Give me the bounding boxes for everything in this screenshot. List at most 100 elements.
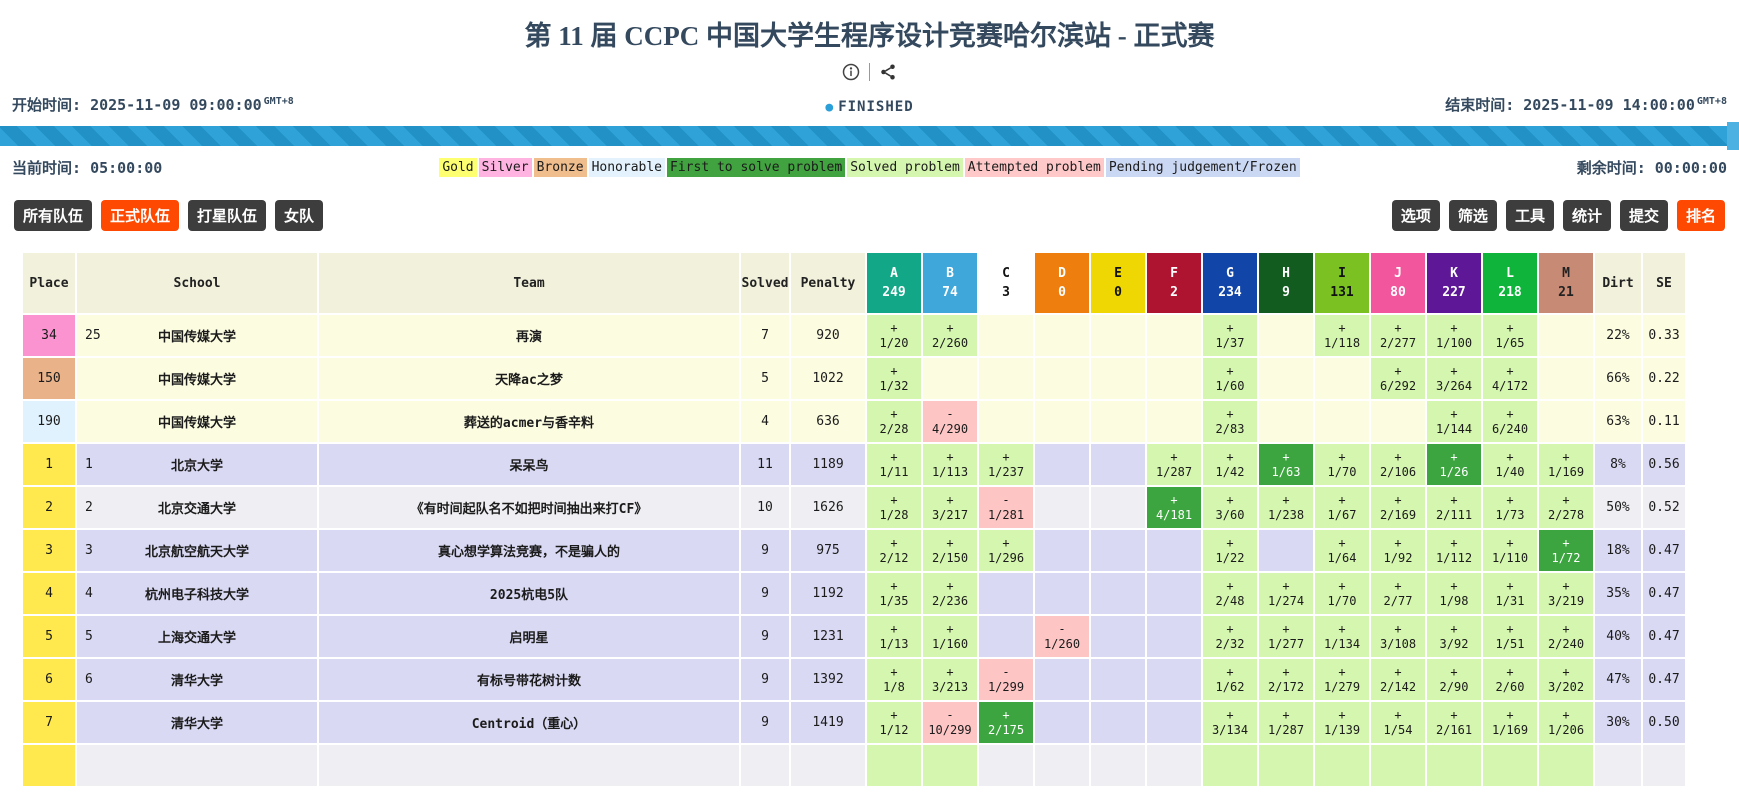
- table-row[interactable]: 33北京航空航天大学真心想学算法竞赛，不是骗人的9975+2/12+2/150+…: [23, 530, 1685, 571]
- filter-button[interactable]: 打星队伍: [188, 200, 266, 231]
- table-row[interactable]: 11北京大学呆呆鸟111189+1/11+1/113+1/237+1/287+1…: [23, 444, 1685, 485]
- verdict-sign: +: [1203, 450, 1257, 465]
- problem-cell-J: +2/142: [1371, 659, 1425, 700]
- info-icon[interactable]: [842, 63, 860, 81]
- solved-cell: 5: [741, 358, 789, 399]
- school-cell: [77, 745, 317, 786]
- table-row[interactable]: 22北京交通大学《有时间起队名不如把时间抽出来打CF》101626+1/28+3…: [23, 487, 1685, 528]
- problem-cell-H: +1/63: [1259, 444, 1313, 485]
- problem-letter: H: [1259, 264, 1313, 283]
- tries-time: 1/13: [867, 637, 921, 652]
- problem-cell-J: +1/92: [1371, 530, 1425, 571]
- problem-solve-count: 234: [1203, 283, 1257, 302]
- tries-time: [923, 766, 977, 781]
- dirt-cell: 22%: [1595, 315, 1641, 356]
- verdict-sign: +: [1427, 536, 1481, 551]
- problem-cell-C: [979, 315, 1033, 356]
- problem-cell-B: [923, 358, 977, 399]
- se-cell: 0.33: [1643, 315, 1685, 356]
- official-rank: 1: [77, 457, 123, 472]
- problem-cell-I: +1/70: [1315, 573, 1369, 614]
- verdict-sign: +: [1315, 622, 1369, 637]
- dirt-cell: 35%: [1595, 573, 1641, 614]
- tries-time: 1/112: [1427, 551, 1481, 566]
- team-name-cell: 2025杭电5队: [319, 573, 739, 614]
- se-cell: 0.47: [1643, 659, 1685, 700]
- tries-time: 1/72: [1539, 551, 1593, 566]
- problem-cell-D: [1035, 702, 1089, 743]
- verdict-sign: +: [1147, 450, 1201, 465]
- verdict-sign: +: [1203, 579, 1257, 594]
- verdict-sign: +: [1315, 579, 1369, 594]
- problem-cell-C: +2/175: [979, 702, 1033, 743]
- dirt-cell: 47%: [1595, 659, 1641, 700]
- filter-button[interactable]: 所有队伍: [14, 200, 92, 231]
- table-row[interactable]: 7清华大学Centroid（重心）91419+1/12-10/299+2/175…: [23, 702, 1685, 743]
- problem-cell-H: [1259, 315, 1313, 356]
- action-button[interactable]: 统计: [1563, 200, 1611, 231]
- progress-drag-handle[interactable]: [1727, 122, 1739, 150]
- table-row[interactable]: 190中国传媒大学葬送的acmer与香辛料4636+2/28-4/290+2/8…: [23, 401, 1685, 442]
- action-button[interactable]: 工具: [1506, 200, 1554, 231]
- problem-header-C: C3: [979, 253, 1033, 313]
- verdict-sign: [1483, 751, 1537, 766]
- problem-cell-I: [1315, 745, 1369, 786]
- problem-cell-C: [979, 616, 1033, 657]
- problem-cell-M: +3/202: [1539, 659, 1593, 700]
- problem-cell-J: +3/108: [1371, 616, 1425, 657]
- problem-cell-D: [1035, 358, 1089, 399]
- action-button[interactable]: 选项: [1392, 200, 1440, 231]
- verdict-sign: [867, 751, 921, 766]
- action-button[interactable]: 筛选: [1449, 200, 1497, 231]
- share-icon[interactable]: [879, 63, 897, 81]
- tries-time: 1/60: [1203, 379, 1257, 394]
- tries-time: 6/292: [1371, 379, 1425, 394]
- start-timezone: GMT+8: [264, 96, 294, 107]
- problem-solve-count: 21: [1539, 283, 1593, 302]
- school-name: 北京航空航天大学: [123, 541, 271, 560]
- table-row[interactable]: 3425中国传媒大学再演7920+1/20+2/260+1/37+1/118+2…: [23, 315, 1685, 356]
- table-row[interactable]: 44杭州电子科技大学2025杭电5队91192+1/35+2/236+2/48+…: [23, 573, 1685, 614]
- filter-button[interactable]: 正式队伍: [101, 200, 179, 231]
- problem-cell-F: [1147, 401, 1201, 442]
- column-header-place: Place: [23, 253, 75, 313]
- problem-cell-M: [1539, 745, 1593, 786]
- problem-cell-G: +2/48: [1203, 573, 1257, 614]
- verdict-sign: +: [867, 321, 921, 336]
- contest-status: ●FINISHED: [825, 99, 913, 115]
- action-button-group: 选项筛选工具统计提交排名: [1392, 200, 1725, 231]
- problem-header-G: G234: [1203, 253, 1257, 313]
- dirt-cell: 63%: [1595, 401, 1641, 442]
- team-name-cell: 《有时间起队名不如把时间抽出来打CF》: [319, 487, 739, 528]
- tries-time: 4/290: [923, 422, 977, 437]
- status-dot-icon: ●: [825, 100, 834, 115]
- legend-item: Solved problem: [847, 158, 963, 177]
- legend-item: Gold: [439, 158, 476, 177]
- place-cell: 150: [23, 358, 75, 399]
- problem-cell-F: [1147, 530, 1201, 571]
- filter-button[interactable]: 女队: [275, 200, 323, 231]
- tries-time: [867, 766, 921, 781]
- tries-time: 1/281: [979, 508, 1033, 523]
- action-button[interactable]: 提交: [1620, 200, 1668, 231]
- table-row[interactable]: 55上海交通大学启明星91231+1/13+1/160-1/260+2/32+1…: [23, 616, 1685, 657]
- place-cell: 34: [23, 315, 75, 356]
- problem-cell-H: +2/172: [1259, 659, 1313, 700]
- place-cell: 190: [23, 401, 75, 442]
- table-row[interactable]: 66清华大学有标号带花树计数91392+1/8+3/213-1/299+1/62…: [23, 659, 1685, 700]
- official-rank: 4: [77, 586, 123, 601]
- verdict-sign: +: [1315, 708, 1369, 723]
- problem-cell-K: +2/90: [1427, 659, 1481, 700]
- tries-time: [1483, 766, 1537, 781]
- action-button[interactable]: 排名: [1677, 200, 1725, 231]
- table-row[interactable]: [23, 745, 1685, 786]
- school-name: 中国传媒大学: [123, 412, 271, 431]
- problem-cell-E: [1091, 702, 1145, 743]
- team-name-cell: 有标号带花树计数: [319, 659, 739, 700]
- verdict-sign: +: [1315, 321, 1369, 336]
- table-row[interactable]: 150中国传媒大学天降ac之梦51022+1/32+1/60+6/292+3/2…: [23, 358, 1685, 399]
- place-cell: 3: [23, 530, 75, 571]
- problem-solve-count: 3: [979, 283, 1033, 302]
- tries-time: 1/64: [1315, 551, 1369, 566]
- problem-cell-K: +3/92: [1427, 616, 1481, 657]
